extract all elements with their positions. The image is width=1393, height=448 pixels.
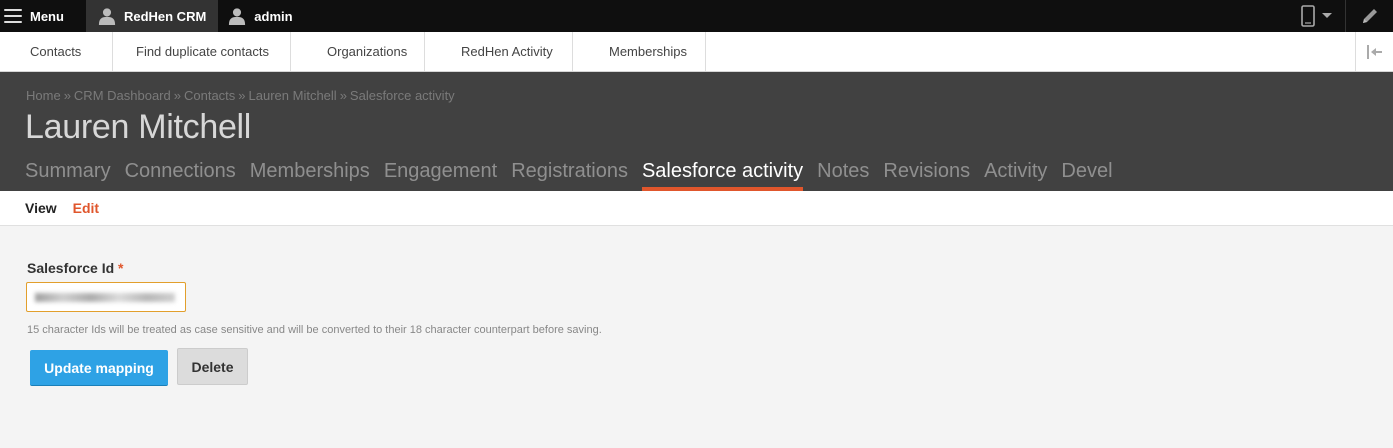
tab-summary[interactable]: Summary [25, 160, 111, 191]
breadcrumb-separator: » [173, 88, 181, 103]
breadcrumb-home[interactable]: Home [26, 88, 61, 103]
tab-salesforce-activity[interactable]: Salesforce activity [641, 160, 804, 191]
pencil-icon [1362, 9, 1377, 23]
collapse-arrow-icon [1366, 44, 1382, 59]
breadcrumb: Home» CRM Dashboard» Contacts» Lauren Mitch… [26, 88, 455, 103]
tray-link-redhen-activity[interactable]: RedHen Activity [425, 32, 573, 71]
tray-link-memberships[interactable]: Memberships [573, 32, 706, 71]
breadcrumb-separator: » [238, 88, 246, 103]
delete-button[interactable]: Delete [177, 348, 248, 385]
chevron-down-icon [1322, 13, 1332, 18]
breadcrumb-separator: » [339, 88, 347, 103]
salesforce-id-input[interactable] [26, 282, 186, 312]
tab-registrations[interactable]: Registrations [511, 160, 628, 191]
user-label: admin [254, 8, 293, 24]
tab-devel[interactable]: Devel [1061, 160, 1112, 191]
breadcrumb-current: Salesforce activity [349, 88, 455, 103]
tray-link-contacts[interactable]: Contacts [0, 32, 113, 71]
primary-tabs: Summary Connections Memberships Engageme… [25, 160, 1127, 191]
device-preview-button[interactable] [1289, 0, 1345, 32]
tab-activity[interactable]: Activity [984, 160, 1047, 191]
menu-label: Menu [30, 8, 64, 24]
user-icon [229, 8, 246, 25]
subtab-view[interactable]: View [25, 200, 57, 216]
hamburger-icon [4, 9, 22, 23]
toolbar-right [1289, 0, 1393, 32]
redhen-crm-button[interactable]: RedHen CRM [85, 0, 219, 32]
page-header: Home» CRM Dashboard» Contacts» Lauren Mitch… [0, 72, 1393, 191]
subtab-edit[interactable]: Edit [73, 200, 99, 216]
tray-link-find-duplicates[interactable]: Find duplicate contacts [113, 32, 291, 71]
tab-engagement[interactable]: Engagement [384, 160, 497, 191]
mobile-device-icon [1301, 5, 1315, 27]
update-mapping-button[interactable]: Update mapping [30, 350, 168, 386]
breadcrumb-separator: » [63, 88, 71, 103]
tab-revisions[interactable]: Revisions [883, 160, 970, 191]
required-marker: * [118, 260, 124, 276]
secondary-tabs: View Edit [0, 191, 1393, 226]
redacted-value [35, 293, 175, 302]
redhen-crm-label: RedHen CRM [123, 8, 207, 24]
salesforce-id-label-text: Salesforce Id [27, 260, 115, 276]
breadcrumb-contacts[interactable]: Contacts [184, 88, 235, 103]
tab-memberships[interactable]: Memberships [250, 160, 370, 191]
user-account-button[interactable]: admin [218, 0, 304, 32]
tab-notes[interactable]: Notes [817, 160, 869, 191]
menu-toggle-button[interactable]: Menu [0, 0, 76, 32]
breadcrumb-contact-name[interactable]: Lauren Mitchell [249, 88, 337, 103]
salesforce-id-label: Salesforce Id * [27, 260, 124, 276]
tray-orientation-toggle[interactable] [1355, 32, 1393, 71]
toolbar-tray: Contacts Find duplicate contacts Organiz… [0, 32, 1393, 72]
admin-toolbar: Menu RedHen CRM admin [0, 0, 1393, 32]
tray-link-organizations[interactable]: Organizations [291, 32, 425, 71]
edit-mode-button[interactable] [1345, 0, 1393, 32]
person-icon [98, 8, 116, 25]
tab-connections[interactable]: Connections [125, 160, 236, 191]
salesforce-id-help-text: 15 character Ids will be treated as case… [27, 324, 602, 336]
page-title: Lauren Mitchell [25, 108, 252, 146]
breadcrumb-crm-dashboard[interactable]: CRM Dashboard [74, 88, 171, 103]
